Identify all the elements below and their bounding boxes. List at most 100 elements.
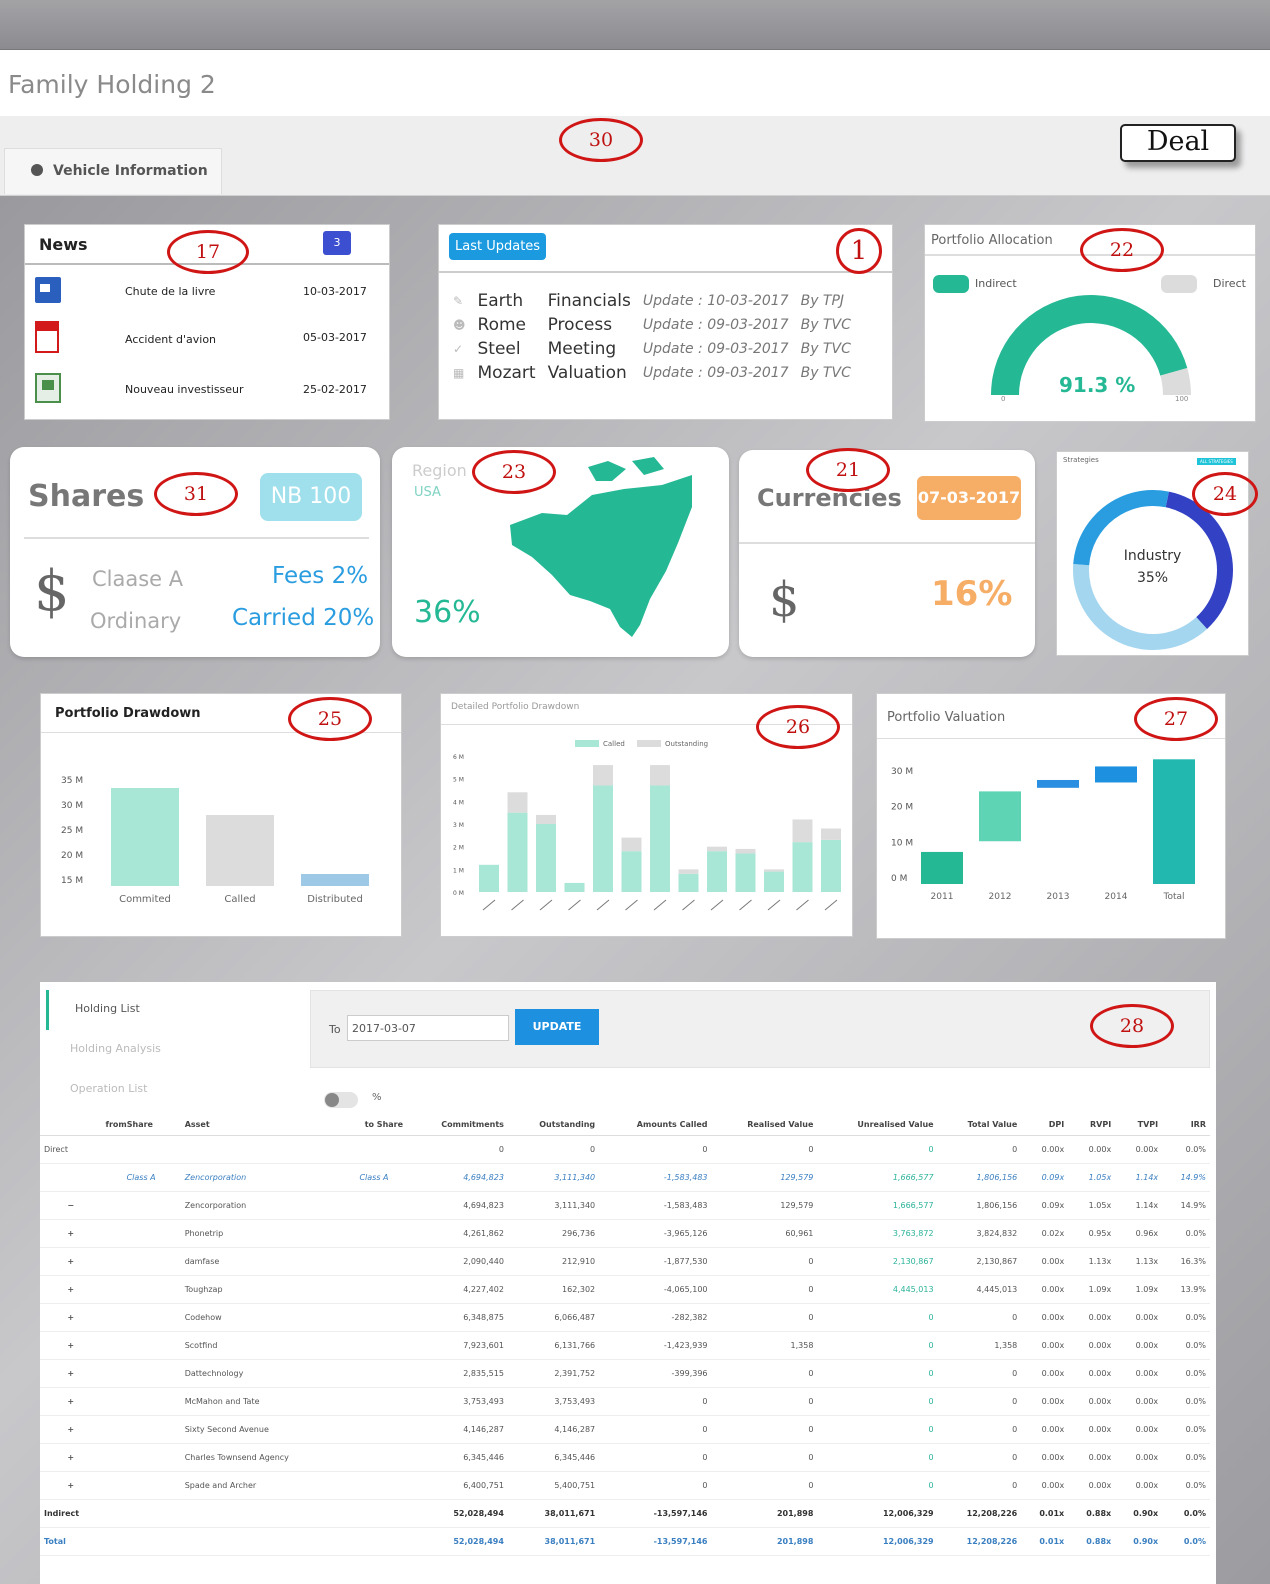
column-header[interactable]: fromShare — [101, 1114, 181, 1136]
legend-outstanding-swatch — [637, 740, 661, 747]
table-cell: 0.0% — [1162, 1527, 1210, 1556]
x-tick-label — [796, 899, 809, 911]
column-header[interactable]: RVPI — [1068, 1114, 1116, 1136]
bar-outstanding — [821, 828, 841, 840]
globe-icon — [31, 164, 43, 176]
expand-icon[interactable]: + — [40, 1415, 102, 1444]
collapse-icon[interactable]: − — [40, 1191, 102, 1220]
table-row[interactable]: + Sixty Second Avenue 4,146,287 4,146,287 0 0… — [40, 1415, 1210, 1444]
expand-icon[interactable]: + — [40, 1443, 102, 1472]
column-header[interactable]: Total Value — [937, 1114, 1022, 1136]
table-cell: 0 — [711, 1443, 818, 1472]
excel-icon — [35, 373, 61, 403]
table-cell: 12,006,329 — [817, 1527, 938, 1556]
table-cell: 2,391,752 — [507, 1359, 600, 1388]
table-cell: 0.00x — [1115, 1415, 1163, 1444]
expand-icon[interactable]: + — [40, 1219, 102, 1248]
update-row[interactable]: ☻ Rome Process Update : 09-03-2017 By TVC — [447, 313, 857, 337]
table-cell: 6,345,446 — [407, 1443, 508, 1472]
page-title: Family Holding 2 — [8, 70, 216, 99]
x-tick-label: Distributed — [307, 894, 363, 905]
column-header[interactable]: DPI — [1021, 1114, 1069, 1136]
expand-icon[interactable]: + — [40, 1471, 102, 1500]
column-header[interactable]: TVPI — [1115, 1114, 1163, 1136]
annotation-30: 30 — [559, 118, 643, 162]
table-cell: 7,923,601 — [407, 1331, 508, 1360]
update-button[interactable]: UPDATE — [515, 1009, 599, 1045]
column-header[interactable]: Realised Value — [711, 1114, 818, 1136]
update-author: By TVC — [800, 317, 851, 333]
table-cell — [101, 1415, 181, 1444]
table-cell: 0.96x — [1115, 1219, 1163, 1248]
expand-icon[interactable]: + — [40, 1247, 102, 1276]
update-row[interactable]: ▦ Mozart Valuation Update : 09-03-2017 By TV… — [447, 361, 857, 385]
bar-called — [792, 842, 813, 892]
table-cell: Zencorporation — [180, 1163, 341, 1192]
table-row[interactable]: + Scotfind 7,923,601 6,131,766 -1,423,939 1,3… — [40, 1331, 1210, 1360]
table-cell: 0.0% — [1162, 1471, 1210, 1500]
column-header[interactable]: Commitments — [407, 1114, 508, 1136]
table-cell: 0 — [937, 1359, 1022, 1388]
shares-class-a: Claase A — [92, 567, 184, 591]
bar-outstanding — [507, 792, 528, 813]
table-row[interactable]: Indirect 52,028,494 38,011,671 -13,597,146 2… — [40, 1499, 1210, 1528]
expand-icon[interactable]: + — [40, 1331, 102, 1360]
update-author: By TVC — [800, 341, 851, 357]
table-cell: 0.00x — [1115, 1443, 1163, 1472]
table-cell: 0.0% — [1162, 1135, 1210, 1164]
table-row[interactable]: + damfase 2,090,440 212,910 -1,877,530 0 2,130… — [40, 1247, 1210, 1276]
news-title: News — [39, 235, 88, 254]
percent-toggle[interactable] — [324, 1092, 358, 1108]
y-tick-label: 20 M — [891, 803, 913, 813]
tab-holding-list[interactable]: Holding List — [46, 990, 308, 1030]
column-header[interactable]: Asset — [180, 1114, 341, 1136]
date-input[interactable] — [347, 1015, 509, 1041]
check-icon: ✓ — [453, 342, 464, 356]
table-cell: 0.00x — [1021, 1387, 1069, 1416]
column-header[interactable]: IRR — [1162, 1114, 1210, 1136]
currencies-card[interactable]: Currencies 07-03-2017 $ 16% — [739, 450, 1035, 657]
table-row[interactable]: Class A Zencorporation Class A 4,694,823 3,1… — [40, 1163, 1210, 1192]
news-count-badge[interactable]: 3 — [323, 231, 351, 255]
deal-button[interactable]: Deal — [1120, 124, 1236, 162]
table-row[interactable]: + Toughzap 4,227,402 162,302 -4,065,100 0 4,44… — [40, 1275, 1210, 1304]
table-row[interactable]: − Zencorporation 4,694,823 3,111,340 -1,583,… — [40, 1191, 1210, 1220]
table-row[interactable]: + Charles Townsend Agency 6,345,446 6,345,4… — [40, 1443, 1210, 1472]
column-header[interactable]: to Share — [340, 1114, 408, 1136]
table-cell: Toughzap — [180, 1275, 341, 1304]
table-cell: 52,028,494 — [407, 1499, 508, 1528]
bar-commited — [111, 788, 179, 886]
table-cell — [180, 1499, 341, 1528]
update-row[interactable]: ✎ Earth Financials Update : 10-03-2017 By TP… — [447, 289, 857, 313]
column-header[interactable]: Unrealised Value — [817, 1114, 938, 1136]
expand-icon[interactable]: + — [40, 1303, 102, 1332]
table-row[interactable]: Total 52,028,494 38,011,671 -13,597,146 201,… — [40, 1527, 1210, 1556]
column-header[interactable]: Outstanding — [507, 1114, 600, 1136]
tab-holding-analysis[interactable]: Holding Analysis — [70, 1042, 161, 1055]
column-header[interactable]: Amounts Called — [599, 1114, 712, 1136]
table-cell: 4,146,287 — [407, 1415, 508, 1444]
tab-vehicle-information[interactable]: Vehicle Information — [4, 148, 222, 194]
table-cell: 52,028,494 — [407, 1527, 508, 1556]
region-card[interactable]: Region USA 36% — [392, 447, 729, 657]
expand-icon[interactable]: + — [40, 1387, 102, 1416]
shares-title: Shares — [28, 479, 145, 514]
table-cell: 1,806,156 — [937, 1163, 1022, 1192]
table-cell: 0.01x — [1021, 1527, 1069, 1556]
table-row[interactable]: Direct 0 0 0 0 0 0 0.00x 0.00x 0.00x 0.0% — [40, 1135, 1210, 1164]
table-row[interactable]: + Codehow 6,348,875 6,066,487 -282,382 0 0 0 0.0… — [40, 1303, 1210, 1332]
allocation-value: 91.3 % — [1059, 373, 1136, 397]
table-row[interactable]: + Dattechnology 2,835,515 2,391,752 -399,396… — [40, 1359, 1210, 1388]
table-row[interactable]: + McMahon and Tate 3,753,493 3,753,493 0 0 0 0 0… — [40, 1387, 1210, 1416]
tab-operation-list[interactable]: Operation List — [70, 1082, 147, 1095]
table-cell: 0.09x — [1021, 1163, 1069, 1192]
expand-icon[interactable]: + — [40, 1359, 102, 1388]
table-row[interactable]: + Spade and Archer 6,400,751 5,400,751 0 0 0 0 0… — [40, 1471, 1210, 1500]
table-cell: 1.13x — [1115, 1247, 1163, 1276]
table-cell: 6,348,875 — [407, 1303, 508, 1332]
table-row[interactable]: + Phonetrip 4,261,862 296,736 -3,965,126 60,9… — [40, 1219, 1210, 1248]
update-name: Mozart — [477, 363, 536, 383]
update-row[interactable]: ✓ Steel Meeting Update : 09-03-2017 By TVC — [447, 337, 857, 361]
column-header[interactable] — [40, 1114, 102, 1136]
expand-icon[interactable]: + — [40, 1275, 102, 1304]
